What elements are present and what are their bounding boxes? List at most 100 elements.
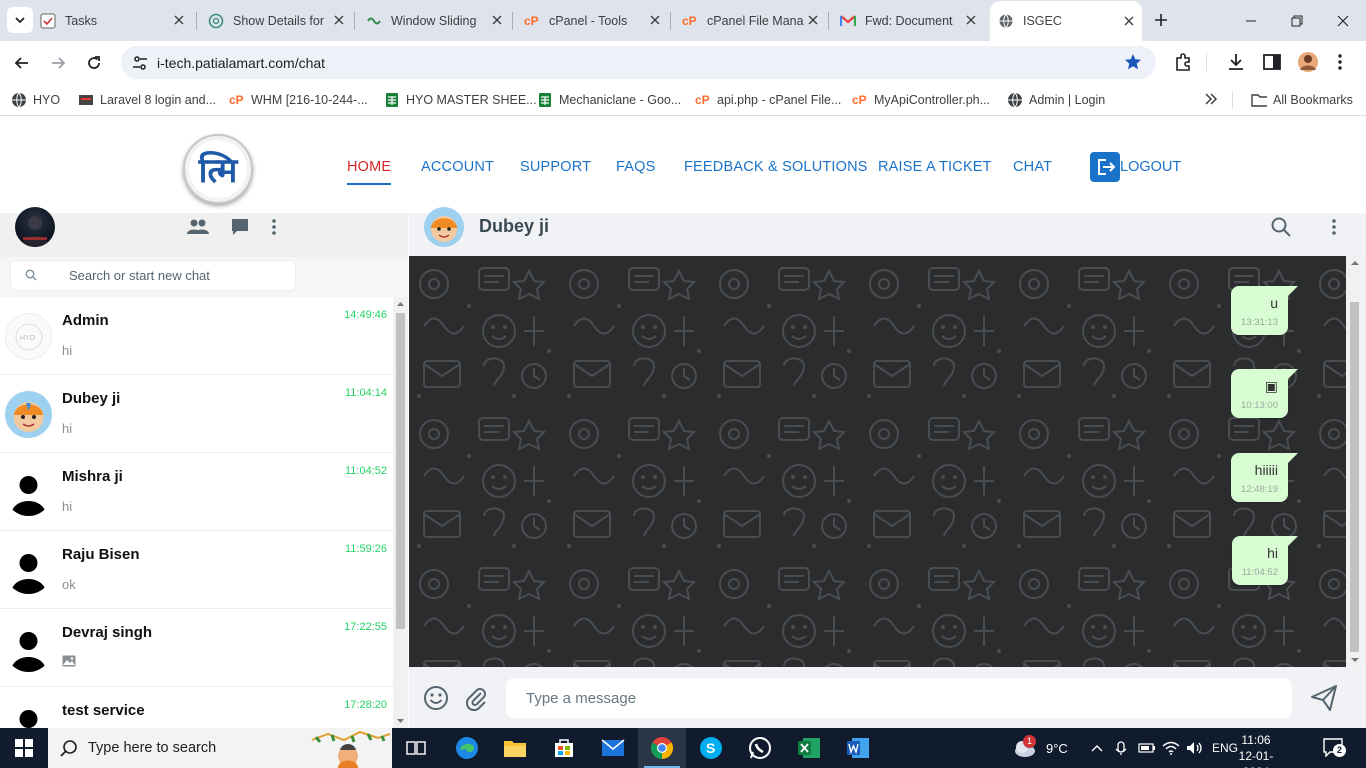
chat-item-devraj-singh[interactable]: Devraj singh 17:22:55 xyxy=(0,609,393,687)
close-icon[interactable] xyxy=(172,13,186,27)
nav-chat[interactable]: CHAT xyxy=(1013,159,1052,175)
bookmark-hyo-master[interactable]: HYO MASTER SHEE... xyxy=(384,92,537,108)
conversation-menu-icon[interactable] xyxy=(1322,215,1346,239)
message-bubble[interactable]: ▣ 10:13:00 xyxy=(1231,369,1298,418)
attachment-icon[interactable] xyxy=(461,683,491,713)
tab-window-sliding[interactable]: Window Sliding xyxy=(358,0,510,41)
message-input[interactable] xyxy=(506,678,1292,718)
edge-icon[interactable] xyxy=(443,728,491,768)
mail-icon[interactable] xyxy=(589,728,637,768)
chat-item-test-service[interactable]: test service 17:28:20 xyxy=(0,687,393,728)
close-icon[interactable] xyxy=(964,13,978,27)
taskbar-clock[interactable]: 11:06 12-01-2024 xyxy=(1226,732,1286,768)
message-bubble[interactable]: hiiiii 12:48:19 xyxy=(1231,453,1298,502)
back-button[interactable] xyxy=(9,50,35,76)
message-bubble[interactable]: u 13:31:13 xyxy=(1231,286,1298,335)
close-icon[interactable] xyxy=(490,13,504,27)
chat-list-scrollbar[interactable] xyxy=(393,297,408,728)
word-icon[interactable] xyxy=(834,728,882,768)
sidebar-menu-icon[interactable] xyxy=(262,215,286,239)
message-scrollbar[interactable] xyxy=(1346,256,1366,667)
bookmark-star-icon[interactable] xyxy=(1124,53,1142,74)
bookmark-whm[interactable]: cP WHM [216-10-244-... xyxy=(229,92,368,108)
file-explorer-icon[interactable] xyxy=(491,728,539,768)
start-button[interactable] xyxy=(0,728,48,768)
all-bookmarks[interactable]: All Bookmarks xyxy=(1251,92,1353,108)
tab-gmail[interactable]: Fwd: Document xyxy=(832,0,984,41)
url-text[interactable]: i-tech.patialamart.com/chat xyxy=(157,55,325,71)
new-chat-icon[interactable] xyxy=(228,215,252,239)
microsoft-store-icon[interactable] xyxy=(540,728,588,768)
menu-dots-icon[interactable] xyxy=(1329,51,1351,73)
volume-icon[interactable] xyxy=(1186,728,1204,768)
task-view-icon[interactable] xyxy=(392,728,440,768)
whatsapp-icon[interactable] xyxy=(736,728,784,768)
notification-center[interactable]: 2 xyxy=(1322,728,1346,768)
bookmark-api-php[interactable]: cP api.php - cPanel File... xyxy=(695,92,841,108)
tab-show-details[interactable]: Show Details for xyxy=(200,0,352,41)
emoji-icon[interactable] xyxy=(421,683,451,713)
bookmark-admin-login[interactable]: Admin | Login xyxy=(1007,92,1105,108)
chat-item-dubey-ji[interactable]: Dubey ji 11:04:14 hi xyxy=(0,375,393,453)
tab-cpanel-tools[interactable]: cP cPanel - Tools xyxy=(516,0,668,41)
scrollbar-thumb[interactable] xyxy=(396,313,405,629)
site-info-icon[interactable] xyxy=(131,54,149,75)
bookmark-hyo[interactable]: HYO xyxy=(11,92,60,108)
tab-isgec-active[interactable]: ISGEC xyxy=(990,1,1142,41)
bookmarks-overflow-button[interactable] xyxy=(1204,92,1218,106)
reload-button[interactable] xyxy=(81,50,107,76)
meet-icon[interactable] xyxy=(1114,728,1130,768)
message-time: 11:04:52 xyxy=(1241,567,1278,578)
minimize-button[interactable] xyxy=(1228,0,1274,41)
cartoon-avatar[interactable] xyxy=(424,207,464,247)
close-icon[interactable] xyxy=(648,13,662,27)
battery-icon[interactable] xyxy=(1138,728,1156,768)
nav-account[interactable]: ACCOUNT xyxy=(421,159,494,175)
tab-tasks[interactable]: Tasks xyxy=(40,0,192,41)
chat-search-input[interactable] xyxy=(69,268,289,283)
nav-support[interactable]: SUPPORT xyxy=(520,159,591,175)
nav-faqs[interactable]: FAQS xyxy=(616,159,655,175)
chat-list: HYO Admin 14:49:46 hi Dubey ji 11:04:14 … xyxy=(0,297,393,728)
new-tab-button[interactable] xyxy=(1151,10,1171,30)
extensions-icon[interactable] xyxy=(1172,51,1194,73)
excel-icon[interactable] xyxy=(785,728,833,768)
scroll-down-icon xyxy=(1351,658,1359,662)
chat-item-raju-bisen[interactable]: Raju Bisen 11:59:26 ok xyxy=(0,531,393,609)
message-bubble[interactable]: hi 11:04:52 xyxy=(1231,536,1299,585)
scrollbar-thumb[interactable] xyxy=(1350,302,1359,652)
tab-cpanel-file-manager[interactable]: cP cPanel File Mana xyxy=(674,0,826,41)
restore-button[interactable] xyxy=(1274,0,1320,41)
download-icon[interactable] xyxy=(1225,51,1247,73)
send-icon[interactable] xyxy=(1309,683,1339,713)
nav-raise-ticket[interactable]: RAISE A TICKET xyxy=(878,159,992,175)
nav-home[interactable]: HOME xyxy=(347,159,392,185)
bookmark-laravel[interactable]: Laravel 8 login and... xyxy=(78,92,216,108)
chrome-icon[interactable] xyxy=(638,728,686,768)
site-logo[interactable]: त्मि xyxy=(183,134,253,204)
close-icon[interactable] xyxy=(332,13,346,27)
chat-item-mishra-ji[interactable]: Mishra ji 11:04:52 hi xyxy=(0,453,393,531)
wifi-icon[interactable] xyxy=(1162,728,1180,768)
close-window-button[interactable] xyxy=(1320,0,1366,41)
close-icon[interactable] xyxy=(1122,14,1136,28)
bookmark-myapicontroller[interactable]: cP MyApiController.ph... xyxy=(852,92,990,108)
search-icon[interactable] xyxy=(1269,215,1293,239)
bookmark-mechaniclane[interactable]: Mechaniclane - Goo... xyxy=(537,92,681,108)
nav-feedback-solutions[interactable]: FEEDBACK & SOLUTIONS xyxy=(684,159,868,175)
close-icon[interactable] xyxy=(806,13,820,27)
show-hidden-icons[interactable] xyxy=(1090,728,1104,768)
logout-button[interactable]: LOGOUT xyxy=(1090,152,1181,182)
taskbar-search[interactable]: Type here to search xyxy=(48,728,392,768)
profile-avatar[interactable] xyxy=(1297,51,1319,73)
chat-item-admin[interactable]: HYO Admin 14:49:46 hi xyxy=(0,297,393,375)
skype-icon[interactable]: S xyxy=(687,728,735,768)
side-panel-icon[interactable] xyxy=(1261,51,1283,73)
my-avatar[interactable] xyxy=(15,207,55,247)
tab-search-button[interactable] xyxy=(7,7,33,33)
bookmark-label: Mechaniclane - Goo... xyxy=(559,93,682,107)
address-bar[interactable]: i-tech.patialamart.com/chat xyxy=(121,46,1156,79)
community-icon[interactable] xyxy=(186,215,210,239)
weather-widget[interactable]: 1 9°C xyxy=(1012,728,1068,768)
forward-button[interactable] xyxy=(45,50,71,76)
